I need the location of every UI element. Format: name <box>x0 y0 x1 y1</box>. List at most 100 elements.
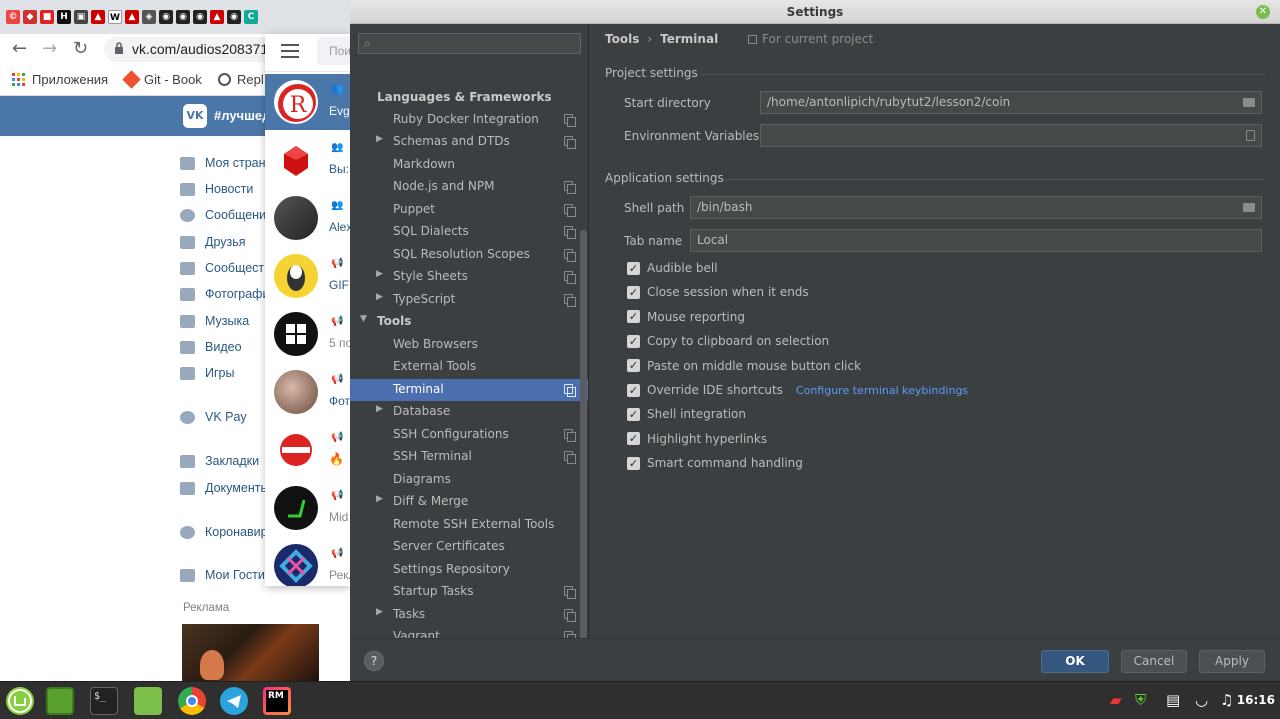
tab-favicon-icon[interactable]: ◈ <box>142 10 156 24</box>
tree-item-schemas-and-dtds[interactable]: ▶ Schemas and DTDs <box>350 131 588 154</box>
tree-item-database[interactable]: ▶ Database <box>350 401 588 424</box>
chrome-icon[interactable] <box>178 687 206 715</box>
conversation-item[interactable]: 📢 GIF <box>265 248 351 304</box>
tree-item-server-certificates[interactable]: Server Certificates <box>350 536 588 559</box>
tab-favicon-icon[interactable]: ▲ <box>125 10 139 24</box>
tree-item-web-browsers[interactable]: Web Browsers <box>350 334 588 357</box>
chevron-right-icon[interactable]: ▶ <box>376 494 383 504</box>
tree-item-terminal[interactable]: Terminal <box>350 378 588 401</box>
vk-menu-guests[interactable]: Мои Гости <box>180 568 265 582</box>
vk-menu-vkpay[interactable]: VK Pay <box>180 410 247 424</box>
us-flag-icon[interactable]: ▤ <box>1166 692 1180 708</box>
checkbox-box[interactable]: ✓ <box>627 310 640 324</box>
conversation-item[interactable]: 📢 🔥 <box>265 422 351 478</box>
tree-item-startup-tasks[interactable]: Startup Tasks <box>350 581 588 604</box>
tab-favicon-icon[interactable]: ▣ <box>74 10 88 24</box>
checkbox-copy-to-clipboard-on-selection[interactable]: ✓ Copy to clipboard on selection <box>627 334 829 348</box>
conversation-item[interactable]: R 👥 Evgeny <box>265 74 351 130</box>
apply-button[interactable]: Apply <box>1199 650 1265 673</box>
wifi-icon[interactable]: ◡ <box>1195 692 1208 708</box>
tab-favicon-icon[interactable]: © <box>6 10 20 24</box>
messages-search-input[interactable]: Пои <box>317 37 351 65</box>
conversation-item[interactable]: 📢 5 по <box>265 306 351 362</box>
telegram-icon[interactable] <box>220 687 248 715</box>
tree-section-header[interactable]: Languages & Frameworks <box>350 86 579 108</box>
tree-item-sql-dialects[interactable]: SQL Dialects <box>350 221 588 244</box>
tree-scrollbar[interactable] <box>580 230 587 638</box>
tree-item-ssh-terminal[interactable]: SSH Terminal <box>350 446 588 469</box>
tab-favicon-icon[interactable]: ▲ <box>91 10 105 24</box>
bookmark-repl[interactable]: Repl <box>218 72 264 87</box>
music-note-icon[interactable]: ♫ <box>1220 692 1233 708</box>
tab-favicon-icon[interactable]: ◉ <box>193 10 207 24</box>
tree-item-sql-resolution-scopes[interactable]: SQL Resolution Scopes <box>350 244 588 267</box>
checkbox-override-ide-shortcuts[interactable]: ✓ Override IDE shortcuts Configure termina… <box>627 383 968 397</box>
document-icon[interactable] <box>1246 130 1255 141</box>
checkbox-highlight-hyperlinks[interactable]: ✓ Highlight hyperlinks <box>627 432 767 446</box>
chevron-right-icon[interactable]: ▶ <box>376 269 383 279</box>
tree-item-vagrant[interactable]: Vagrant <box>350 626 588 638</box>
checkbox-close-session-when-it-ends[interactable]: ✓ Close session when it ends <box>627 285 809 299</box>
breadcrumb-parent[interactable]: Tools <box>605 32 639 46</box>
conversation-item[interactable]: 📢 Mid <box>265 480 351 536</box>
clock[interactable]: 16:16 <box>1237 693 1275 707</box>
conversation-item[interactable]: 📢 Фото <box>265 364 351 420</box>
folder-icon[interactable] <box>134 687 162 715</box>
shield-icon[interactable]: ⛨ <box>1135 692 1146 708</box>
tab-favicon-icon[interactable]: ▲ <box>210 10 224 24</box>
tree-item-external-tools[interactable]: External Tools <box>350 356 588 379</box>
start-directory-field[interactable]: /home/antonlipich/rubytut2/lesson2/coin <box>760 91 1262 114</box>
tab-favicon-icon[interactable]: W <box>108 10 122 24</box>
close-icon[interactable]: ✕ <box>1256 5 1270 19</box>
vk-menu-music[interactable]: Музыка <box>180 314 249 328</box>
checkbox-shell-integration[interactable]: ✓ Shell integration <box>627 407 746 421</box>
conversation-item[interactable]: 📢 Рекл <box>265 538 351 586</box>
tree-item-style-sheets[interactable]: ▶ Style Sheets <box>350 266 588 289</box>
tree-item-tools[interactable]: ▼ Tools <box>350 311 588 334</box>
chevron-right-icon[interactable]: ▶ <box>376 607 383 617</box>
chevron-down-icon[interactable]: ▼ <box>360 314 367 324</box>
checkbox-box[interactable]: ✓ <box>627 261 640 275</box>
vk-menu-video[interactable]: Видео <box>180 340 242 354</box>
tab-favicon-icon[interactable]: H <box>57 10 71 24</box>
chevron-right-icon[interactable]: ▶ <box>376 134 383 144</box>
checkbox-box[interactable]: ✓ <box>627 334 640 348</box>
checkbox-mouse-reporting[interactable]: ✓ Mouse reporting <box>627 310 745 324</box>
mint-menu-icon[interactable] <box>6 687 34 715</box>
checkbox-box[interactable]: ✓ <box>627 456 640 470</box>
checkbox-smart-command-handling[interactable]: ✓ Smart command handling <box>627 456 803 470</box>
back-arrow-icon[interactable]: ← <box>12 40 27 58</box>
chevron-right-icon[interactable]: ▶ <box>376 404 383 414</box>
tab-favicon-icon[interactable]: ◉ <box>227 10 241 24</box>
vk-logo-icon[interactable]: VK <box>183 104 207 128</box>
checkbox-paste-on-middle-mouse-button-click[interactable]: ✓ Paste on middle mouse button click <box>627 359 861 373</box>
cancel-button[interactable]: Cancel <box>1121 650 1187 673</box>
files-icon[interactable] <box>46 687 74 715</box>
tree-item-tasks[interactable]: ▶ Tasks <box>350 604 588 627</box>
ok-button[interactable]: OK <box>1041 650 1109 673</box>
tree-item-puppet[interactable]: Puppet <box>350 199 588 222</box>
settings-search-input[interactable]: ⌕ <box>358 33 581 54</box>
folder-icon[interactable] <box>1243 203 1255 212</box>
help-button[interactable]: ? <box>364 651 384 671</box>
tree-item-ruby-docker-integration[interactable]: Ruby Docker Integration <box>350 109 588 132</box>
conversation-item[interactable]: 👥 Вы: <box>265 132 351 188</box>
vk-menu-photos[interactable]: Фотографии <box>180 287 276 301</box>
tree-item-typescript[interactable]: ▶ TypeScript <box>350 289 588 312</box>
checkbox-box[interactable]: ✓ <box>627 432 640 446</box>
tab-favicon-icon[interactable]: ■ <box>40 10 54 24</box>
checkbox-audible-bell[interactable]: ✓ Audible bell <box>627 261 718 275</box>
vk-menu-news[interactable]: Новости <box>180 182 253 196</box>
shell-path-field[interactable]: /bin/bash <box>690 196 1262 219</box>
tab-favicon-icon[interactable]: C <box>244 10 258 24</box>
tree-item-ssh-configurations[interactable]: SSH Configurations <box>350 424 588 447</box>
checkbox-box[interactable]: ✓ <box>627 407 640 421</box>
chevron-right-icon[interactable]: ▶ <box>376 292 383 302</box>
vk-menu-bookmarks[interactable]: Закладки <box>180 454 259 468</box>
terminal-icon[interactable]: $_ <box>90 687 118 715</box>
tab-favicon-icon[interactable]: ◉ <box>159 10 173 24</box>
bookmark-git-book[interactable]: Git - Book <box>122 70 202 89</box>
vk-menu-friends[interactable]: Друзья <box>180 235 246 249</box>
conversation-item[interactable]: 👥 Alex <box>265 190 351 246</box>
tree-item-diff-merge[interactable]: ▶ Diff & Merge <box>350 491 588 514</box>
